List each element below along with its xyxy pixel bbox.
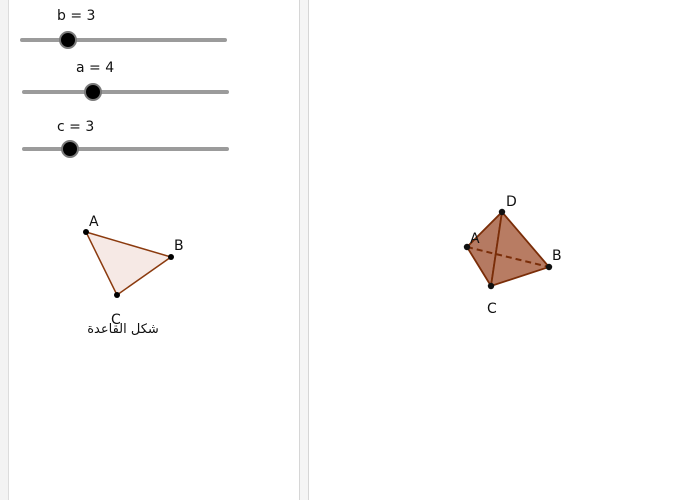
base-triangle: A B C شكل القاعدة (83, 214, 184, 337)
base-label-b: B (174, 238, 184, 254)
base-label-a: A (89, 214, 99, 230)
base-point-b[interactable] (168, 254, 174, 260)
tetra-point-b[interactable] (545, 263, 553, 271)
base-point-c[interactable] (114, 292, 120, 298)
tetra-label-c: C (487, 301, 497, 317)
tetra-label-d: D (506, 194, 517, 210)
graphics-canvas: A B C شكل القاعدة A B C D (83, 194, 562, 337)
tetrahedron: A B C D (463, 194, 562, 317)
base-triangle-shape[interactable] (84, 230, 173, 297)
tetra-face-right[interactable] (489, 209, 551, 288)
tetra-point-d[interactable] (498, 208, 506, 216)
tetra-point-c[interactable] (487, 282, 495, 290)
tetra-label-b: B (552, 248, 562, 264)
base-shape-caption: شكل القاعدة (87, 322, 159, 337)
tetra-label-a: A (470, 231, 480, 247)
